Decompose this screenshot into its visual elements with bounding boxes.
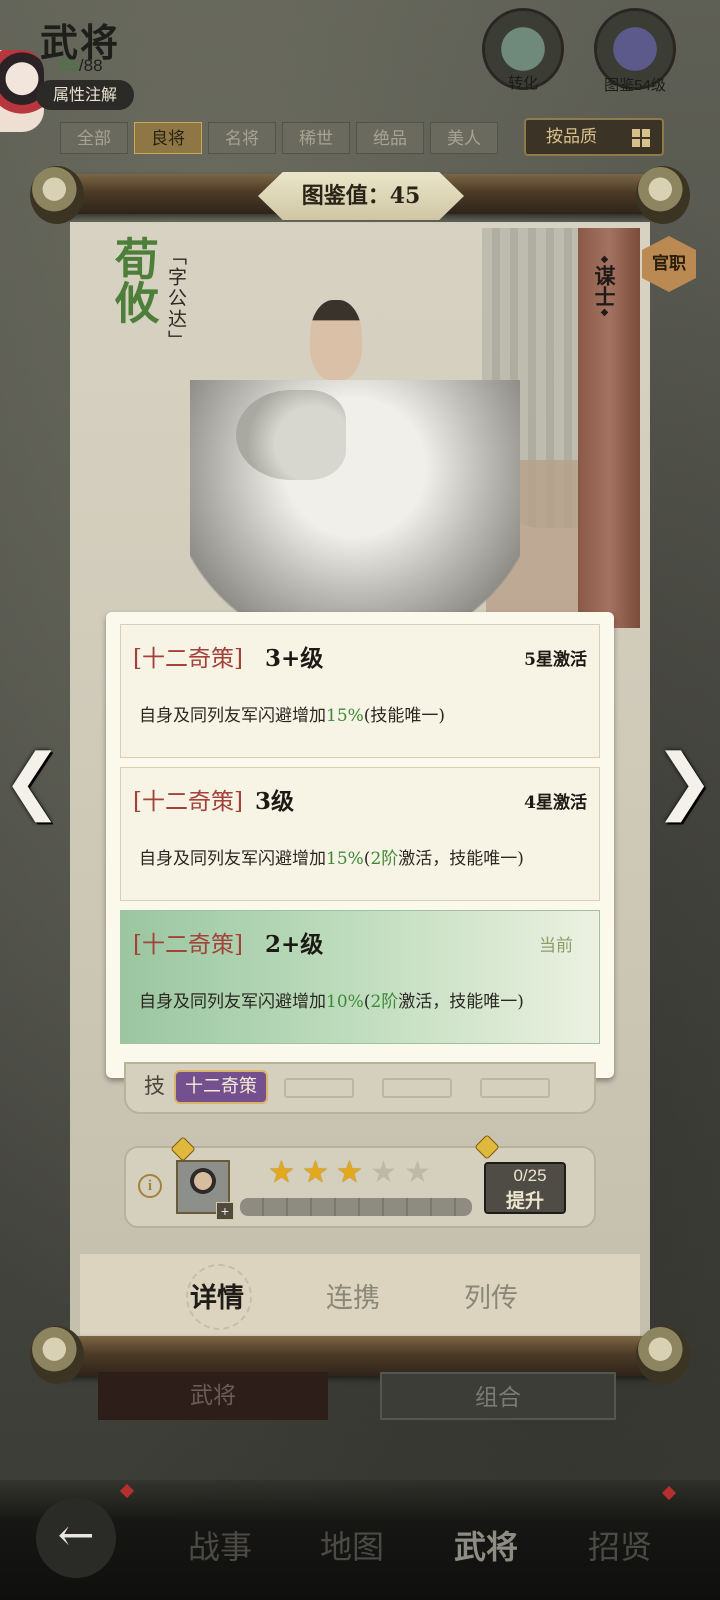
tab-links[interactable]: 连携 xyxy=(326,1276,380,1315)
skill-level: 3+级 xyxy=(265,645,324,672)
star-icon-filled: ★ xyxy=(268,1155,295,1190)
skill-description: 自身及同列友军闪避增加15%(技能唯一) xyxy=(139,701,445,726)
skill-status-current: 当前 xyxy=(539,936,573,956)
skill-desc-stage: 2阶 xyxy=(370,849,399,869)
tab-details[interactable]: 详情 xyxy=(190,1276,244,1315)
plus-icon[interactable]: + xyxy=(216,1202,234,1220)
star-icon-filled: ★ xyxy=(336,1155,363,1190)
skill-desc-text: 自身及同列友军闪避增加 xyxy=(139,992,326,1012)
skill-name: [十二奇策] xyxy=(133,646,243,672)
transform-label: 转化 xyxy=(507,75,538,92)
hero-count-current: 85 xyxy=(60,56,79,75)
grid-icon xyxy=(632,129,650,147)
skill-desc-text: 自身及同列友军闪避增加 xyxy=(139,849,326,869)
hero-name: 荀攸 xyxy=(107,236,158,324)
codex-level-label: 图鉴54级 xyxy=(604,77,666,94)
fragment-progress-bar xyxy=(240,1198,472,1216)
empty-skill-slot xyxy=(284,1078,354,1098)
nav-item-recruit[interactable]: 招贤 xyxy=(560,1522,680,1568)
upgrade-button[interactable]: 0/25 提升 xyxy=(484,1162,566,1214)
nav-item-map[interactable]: 地图 xyxy=(292,1522,412,1568)
filter-tab-mingjiang[interactable]: 名将 xyxy=(208,122,276,154)
filter-tab-juepin[interactable]: 绝品 xyxy=(356,122,424,154)
skill-desc-value: 10% xyxy=(326,992,364,1012)
empty-skill-slot xyxy=(480,1078,550,1098)
skill-card-current: [十二奇策] 2+级 当前 自身及同列友军闪避增加10%(2阶激活，技能唯一) xyxy=(120,910,600,1044)
hero-list-button[interactable]: 武将 xyxy=(98,1372,328,1420)
scroll-cap-right xyxy=(636,166,690,224)
skill-description: 自身及同列友军闪避增加10%(2阶激活，技能唯一) xyxy=(139,987,524,1012)
sort-by-quality-button[interactable]: 按品质 xyxy=(524,118,664,156)
filter-tab-liangjiang[interactable]: 良将 xyxy=(134,122,202,154)
info-icon[interactable]: i xyxy=(138,1174,162,1198)
skill-name: [十二奇策] xyxy=(133,932,243,958)
skill-level: 2+级 xyxy=(265,931,324,958)
back-button[interactable]: ← xyxy=(36,1498,116,1578)
empty-skill-slot xyxy=(382,1078,452,1098)
hero-figure-head xyxy=(310,300,362,380)
fragment-count: 0/25 xyxy=(513,1166,547,1185)
star-icon-filled: ★ xyxy=(302,1155,329,1190)
prev-hero-arrow[interactable]: ❮ xyxy=(2,740,62,820)
skill-desc-text: 自身及同列友军闪避增加 xyxy=(139,706,326,726)
skill-level: 3级 xyxy=(255,788,295,815)
skill-status: 5星激活 xyxy=(524,650,587,670)
attribute-notes-button[interactable]: 属性注解 xyxy=(36,80,134,110)
combination-button[interactable]: 组合 xyxy=(380,1372,616,1420)
skill-desc-value: 15% xyxy=(326,706,364,726)
scroll-cap-right xyxy=(636,1326,690,1384)
skill-card: [十二奇策] 3级 4星激活 自身及同列友军闪避增加15%(2阶激活，技能唯一) xyxy=(120,767,600,901)
next-hero-arrow[interactable]: ❯ xyxy=(654,740,714,820)
codex-value-plate: 图鉴值：45 xyxy=(258,172,464,220)
hero-role-tag: 谋士 xyxy=(586,248,622,324)
sort-label: 按品质 xyxy=(546,127,597,147)
skill-desc-suffix2: 激活，技能唯一) xyxy=(398,992,524,1012)
hero-count-max: 88 xyxy=(83,56,103,75)
tab-biography[interactable]: 列传 xyxy=(464,1276,518,1315)
star-icon-empty: ★ xyxy=(370,1155,397,1190)
nav-item-generals[interactable]: 武将 xyxy=(426,1522,546,1568)
upgrade-label: 提升 xyxy=(505,1190,544,1212)
hero-figure-fan xyxy=(236,390,346,480)
filter-tab-xishi[interactable]: 稀世 xyxy=(282,122,350,154)
hero-count: 85/88 xyxy=(60,56,103,76)
scroll-cap-left xyxy=(30,166,84,224)
skill-desc-value: 15% xyxy=(326,849,364,869)
star-icon-empty: ★ xyxy=(404,1155,431,1190)
skill-card: [十二奇策] 3+级 5星激活 自身及同列友军闪避增加15%(技能唯一) xyxy=(120,624,600,758)
filter-tab-meiren[interactable]: 美人 xyxy=(430,122,498,154)
skill-chip[interactable]: 十二奇策 xyxy=(174,1070,268,1104)
skill-status: 4星激活 xyxy=(524,793,587,813)
skill-name: [十二奇策] xyxy=(133,789,243,815)
skill-description: 自身及同列友军闪避增加15%(2阶激活，技能唯一) xyxy=(139,844,524,869)
skill-desc-suffix2: 激活，技能唯一) xyxy=(398,849,524,869)
hero-style-name: 「字公达」 xyxy=(165,246,187,351)
skill-desc-suffix: (技能唯一) xyxy=(363,706,446,726)
scroll-bottom-rod xyxy=(40,1336,680,1376)
scroll-cap-left xyxy=(30,1326,84,1384)
skill-row-prefix: 技 xyxy=(144,1074,165,1098)
filter-tab-all[interactable]: 全部 xyxy=(60,122,128,154)
skill-desc-stage: 2阶 xyxy=(370,992,399,1012)
nav-item-battle[interactable]: 战事 xyxy=(160,1522,280,1568)
